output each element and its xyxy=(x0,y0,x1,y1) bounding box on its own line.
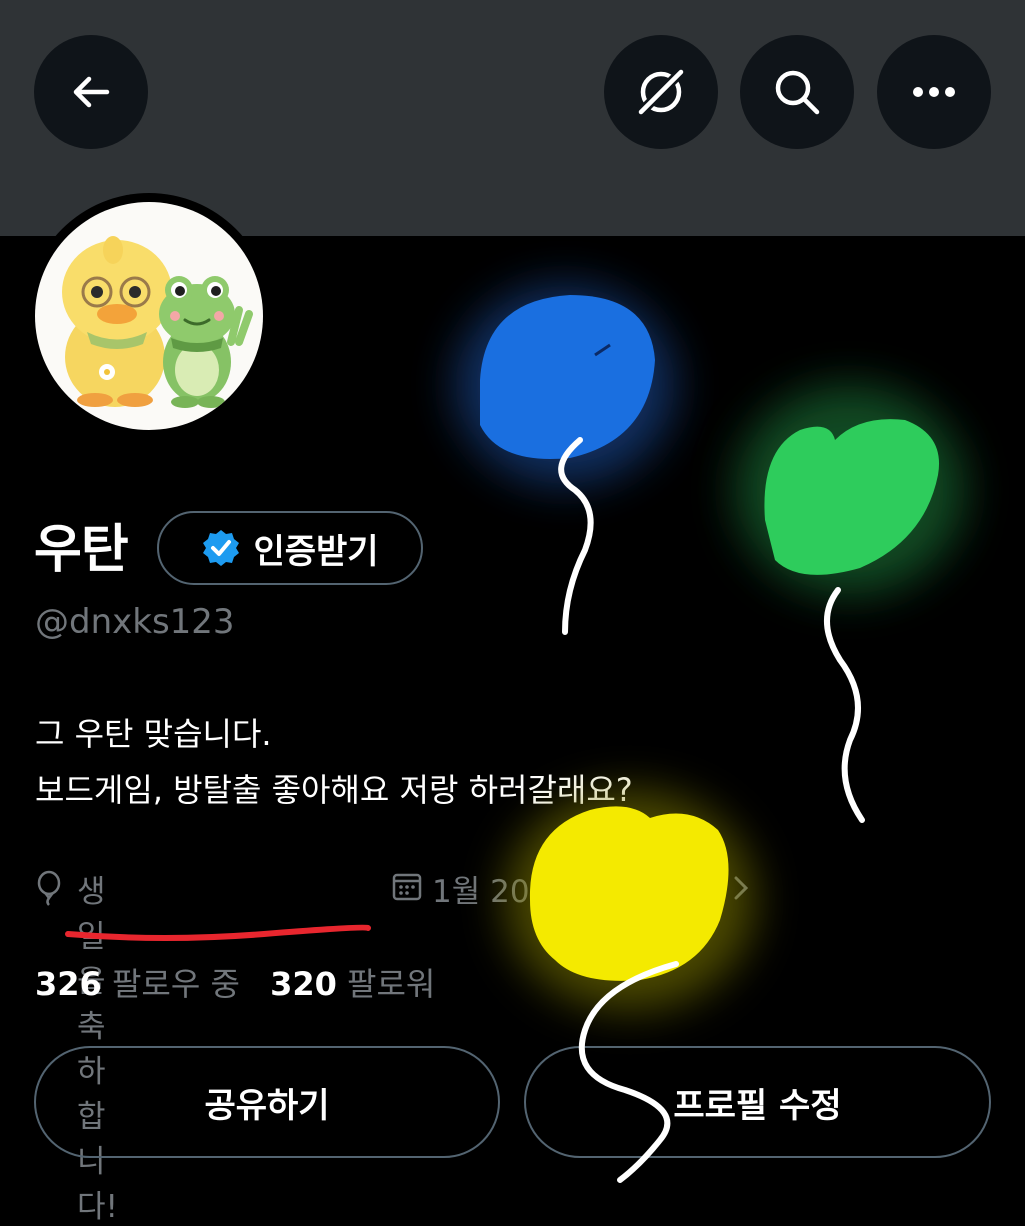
green-balloon-doodle xyxy=(735,385,965,823)
edit-profile-button[interactable]: 프로필 수정 xyxy=(524,1046,991,1158)
avatar-illustration xyxy=(62,236,253,408)
search-icon xyxy=(775,70,820,115)
follow-counts: 326 팔로우 중 320 팔로워 xyxy=(35,962,435,1006)
bio-line: 그 우탄 맞습니다. xyxy=(35,715,272,753)
handle: @dnxks123 xyxy=(35,602,235,642)
bio: 그 우탄 맞습니다. 보드게임, 방탈출 좋아해요 저랑 하러갈래요? xyxy=(35,706,633,818)
more-button[interactable] xyxy=(877,35,991,149)
following-label: 팔로우 중 xyxy=(111,965,240,1003)
calendar-icon xyxy=(392,873,422,901)
share-label: 공유하기 xyxy=(204,1085,330,1126)
more-icon xyxy=(913,87,955,97)
display-name: 우탄 xyxy=(34,520,129,580)
joined-date: 1월 20 xyxy=(432,874,530,910)
followers-link[interactable]: 320 팔로워 xyxy=(270,965,435,1003)
share-button[interactable]: 공유하기 xyxy=(34,1046,500,1158)
followers-label: 팔로워 xyxy=(347,965,436,1003)
balloon-icon xyxy=(37,870,61,906)
chevron-right-icon[interactable] xyxy=(731,874,751,902)
followers-count: 320 xyxy=(270,965,337,1003)
following-link[interactable]: 326 팔로우 중 xyxy=(35,965,240,1003)
red-underline-doodle xyxy=(65,924,371,941)
avatar[interactable] xyxy=(35,202,263,430)
grok-button[interactable] xyxy=(604,35,718,149)
bio-line: 보드게임, 방탈출 좋아해요 저랑 하러갈래요? xyxy=(35,771,633,809)
grok-icon xyxy=(637,68,685,116)
edit-profile-label: 프로필 수정 xyxy=(673,1085,842,1126)
following-count: 326 xyxy=(35,965,102,1003)
get-verified-button[interactable]: 인증받기 xyxy=(157,511,423,585)
get-verified-label: 인증받기 xyxy=(253,531,379,572)
back-button[interactable] xyxy=(34,35,148,149)
search-button[interactable] xyxy=(740,35,854,149)
blue-balloon-doodle xyxy=(455,285,675,635)
arrow-left-icon xyxy=(73,76,110,108)
verified-badge-icon xyxy=(203,530,240,566)
